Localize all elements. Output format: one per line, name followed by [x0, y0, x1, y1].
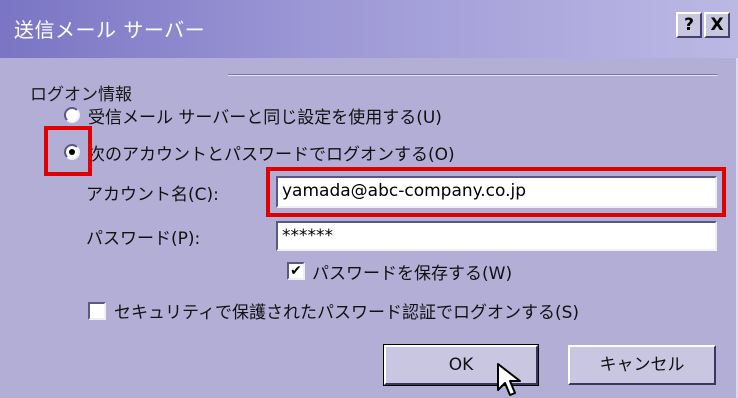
radio-highlight-box [44, 126, 92, 176]
logon-info-group-label: ログオン情報 [30, 85, 132, 105]
save-password-checkbox[interactable]: ✔ [287, 262, 305, 280]
save-password-label[interactable]: パスワードを保存する(W) [312, 259, 512, 284]
help-button[interactable]: ? [676, 12, 702, 38]
password-input[interactable]: ****** [276, 221, 717, 251]
account-highlight-box [266, 167, 726, 217]
dialog-title: 送信メール サーバー [14, 18, 206, 42]
radio-same-as-incoming-label[interactable]: 受信メール サーバーと同じ設定を使用する(U) [88, 103, 442, 128]
account-name-label: アカウント名(C): [86, 185, 219, 205]
password-label: パスワード(P): [86, 229, 201, 249]
spa-logon-checkbox[interactable] [88, 302, 106, 320]
outgoing-mail-server-dialog: 送信メール サーバー ? X ログオン情報 受信メール サーバーと同じ設定を使用… [0, 0, 738, 398]
cancel-button[interactable]: キャンセル [568, 345, 716, 385]
group-divider [228, 74, 718, 76]
radio-logon-with-label[interactable]: 次のアカウントとパスワードでログオンする(O) [88, 140, 455, 165]
close-button[interactable]: X [704, 12, 730, 38]
title-bar: 送信メール サーバー ? X [0, 0, 738, 58]
radio-same-as-incoming[interactable] [64, 107, 80, 123]
spa-logon-label[interactable]: セキュリティで保護されたパスワード認証でログオンする(S) [114, 298, 579, 323]
mouse-pointer-icon [497, 363, 521, 396]
